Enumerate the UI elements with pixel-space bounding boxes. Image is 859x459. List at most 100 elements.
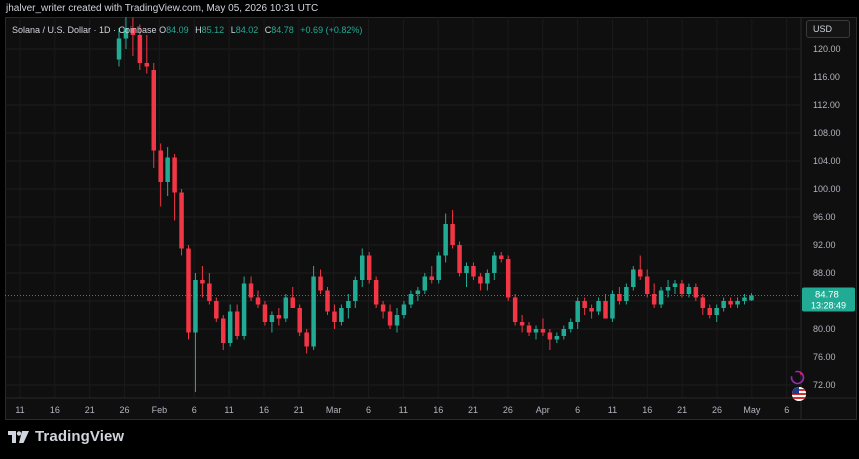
header-bar: jhalver_writer created with TradingView.…: [0, 0, 859, 17]
price-tag-countdown: 13:28:49: [811, 301, 846, 311]
candle-body: [380, 304, 386, 312]
candle-body: [610, 294, 615, 319]
price-tick-label: 116.00: [813, 72, 840, 82]
candle-body: [227, 311, 233, 343]
current-price-tag: 84.78 13:28:49: [802, 287, 855, 312]
price-tick-label: 104.00: [813, 156, 841, 166]
price-tick-label: 96.00: [813, 212, 836, 222]
candle-body: [332, 311, 337, 322]
candle-body: [589, 308, 594, 312]
candle-body: [360, 255, 365, 280]
candle-body: [318, 276, 323, 291]
indicator-refresh-icon[interactable]: [790, 370, 805, 385]
candle-body: [651, 294, 657, 305]
candle-body: [638, 269, 643, 277]
price-tick-label: 88.00: [813, 268, 836, 278]
time-tick-label: Apr: [536, 405, 550, 415]
time-axis[interactable]: 11 16 21 26 Feb 6 11 16 21 Mar 6 11 16 21 26 Apr 6 11 16 21…: [15, 405, 789, 415]
footer-bar: [0, 420, 859, 459]
candle-body: [290, 297, 295, 308]
time-tick-label: 6: [366, 405, 371, 415]
price-axis[interactable]: 72.0076.0080.0084.0088.0092.0096.00100.0…: [813, 44, 841, 390]
time-tick-label: 21: [85, 405, 95, 415]
chart-legend[interactable]: Solana / U.S. Dollar · 1D · Coinbase O84…: [12, 25, 362, 35]
low-label: L: [230, 25, 236, 35]
candle-body: [346, 301, 351, 308]
time-tick-label: 16: [259, 405, 269, 415]
high-value: 85.12: [201, 25, 225, 35]
tradingview-logo[interactable]: TradingView: [8, 428, 124, 445]
candle-body: [172, 157, 177, 193]
candle-body: [631, 269, 636, 287]
time-tick-label: 11: [15, 405, 24, 415]
candle-body: [193, 280, 198, 333]
candle-body: [200, 280, 205, 284]
close-value: 84.78: [271, 25, 294, 35]
candle-body: [519, 322, 525, 326]
candle-body: [269, 315, 275, 322]
time-tick-label: 21: [468, 405, 478, 415]
candle-body: [151, 70, 156, 151]
time-tick-label: 16: [50, 405, 60, 415]
time-tick-label: 6: [575, 405, 580, 415]
candle-body: [485, 273, 490, 284]
candle-body: [422, 276, 428, 291]
candle-body: [255, 297, 261, 305]
candle-body: [394, 315, 400, 326]
candle-body: [533, 329, 539, 333]
candle-body: [728, 301, 733, 305]
candle-body: [179, 192, 184, 249]
candle-body: [436, 255, 441, 280]
candle-body: [401, 304, 407, 315]
candle-body: [561, 329, 567, 336]
candle-body: [582, 301, 587, 308]
candle-body: [721, 301, 726, 308]
currency-button[interactable]: USD: [806, 20, 850, 38]
symbol-name: Solana / U.S. Dollar · 1D · Coinbase: [12, 25, 157, 35]
candle-body: [241, 283, 247, 336]
price-tick-label: 72.00: [813, 380, 836, 390]
open-value: 84.09: [166, 25, 189, 35]
candlestick-chart[interactable]: 72.0076.0080.0084.0088.0092.0096.00100.0…: [5, 17, 857, 420]
candle-body: [672, 283, 678, 287]
candle-body: [471, 266, 476, 277]
candle-body: [304, 332, 309, 347]
time-tick-label: 11: [224, 405, 233, 415]
price-tag-value: 84.78: [815, 290, 839, 301]
price-tick-label: 80.00: [813, 324, 836, 334]
candle-body: [116, 38, 122, 60]
candle-body: [353, 280, 358, 301]
candle-body: [297, 308, 302, 333]
candle-body: [492, 255, 497, 273]
candle-body: [214, 301, 219, 319]
candle-body: [283, 297, 289, 319]
time-tick-label: Mar: [326, 405, 342, 415]
candle-body: [575, 301, 580, 322]
candle-body: [714, 308, 719, 315]
candle-body: [165, 157, 170, 182]
candle-body: [137, 35, 143, 63]
candle-body: [325, 290, 330, 312]
candle-body: [443, 224, 448, 256]
time-tick-label: 6: [784, 405, 789, 415]
candle-body: [512, 297, 518, 322]
time-tick-label: 16: [642, 405, 652, 415]
price-tick-label: 120.00: [813, 44, 841, 54]
price-tick-label: 76.00: [813, 352, 836, 362]
candle-body: [464, 266, 469, 273]
us-flag-icon[interactable]: [792, 387, 806, 401]
candle-body: [554, 336, 560, 340]
time-tick-label: 16: [433, 405, 443, 415]
high-label: H: [195, 25, 202, 35]
time-tick-label: 11: [399, 405, 408, 415]
candle-body: [221, 318, 226, 343]
attribution-text: jhalver_writer created with TradingView.…: [6, 3, 319, 14]
candle-body: [742, 297, 747, 301]
candle-body: [596, 301, 601, 312]
candle-body: [387, 311, 393, 326]
time-tick-label: May: [743, 405, 761, 415]
candle-body: [665, 287, 671, 291]
candle-body: [749, 295, 754, 301]
price-tick-label: 112.00: [813, 100, 840, 110]
price-tick-label: 100.00: [813, 184, 841, 194]
